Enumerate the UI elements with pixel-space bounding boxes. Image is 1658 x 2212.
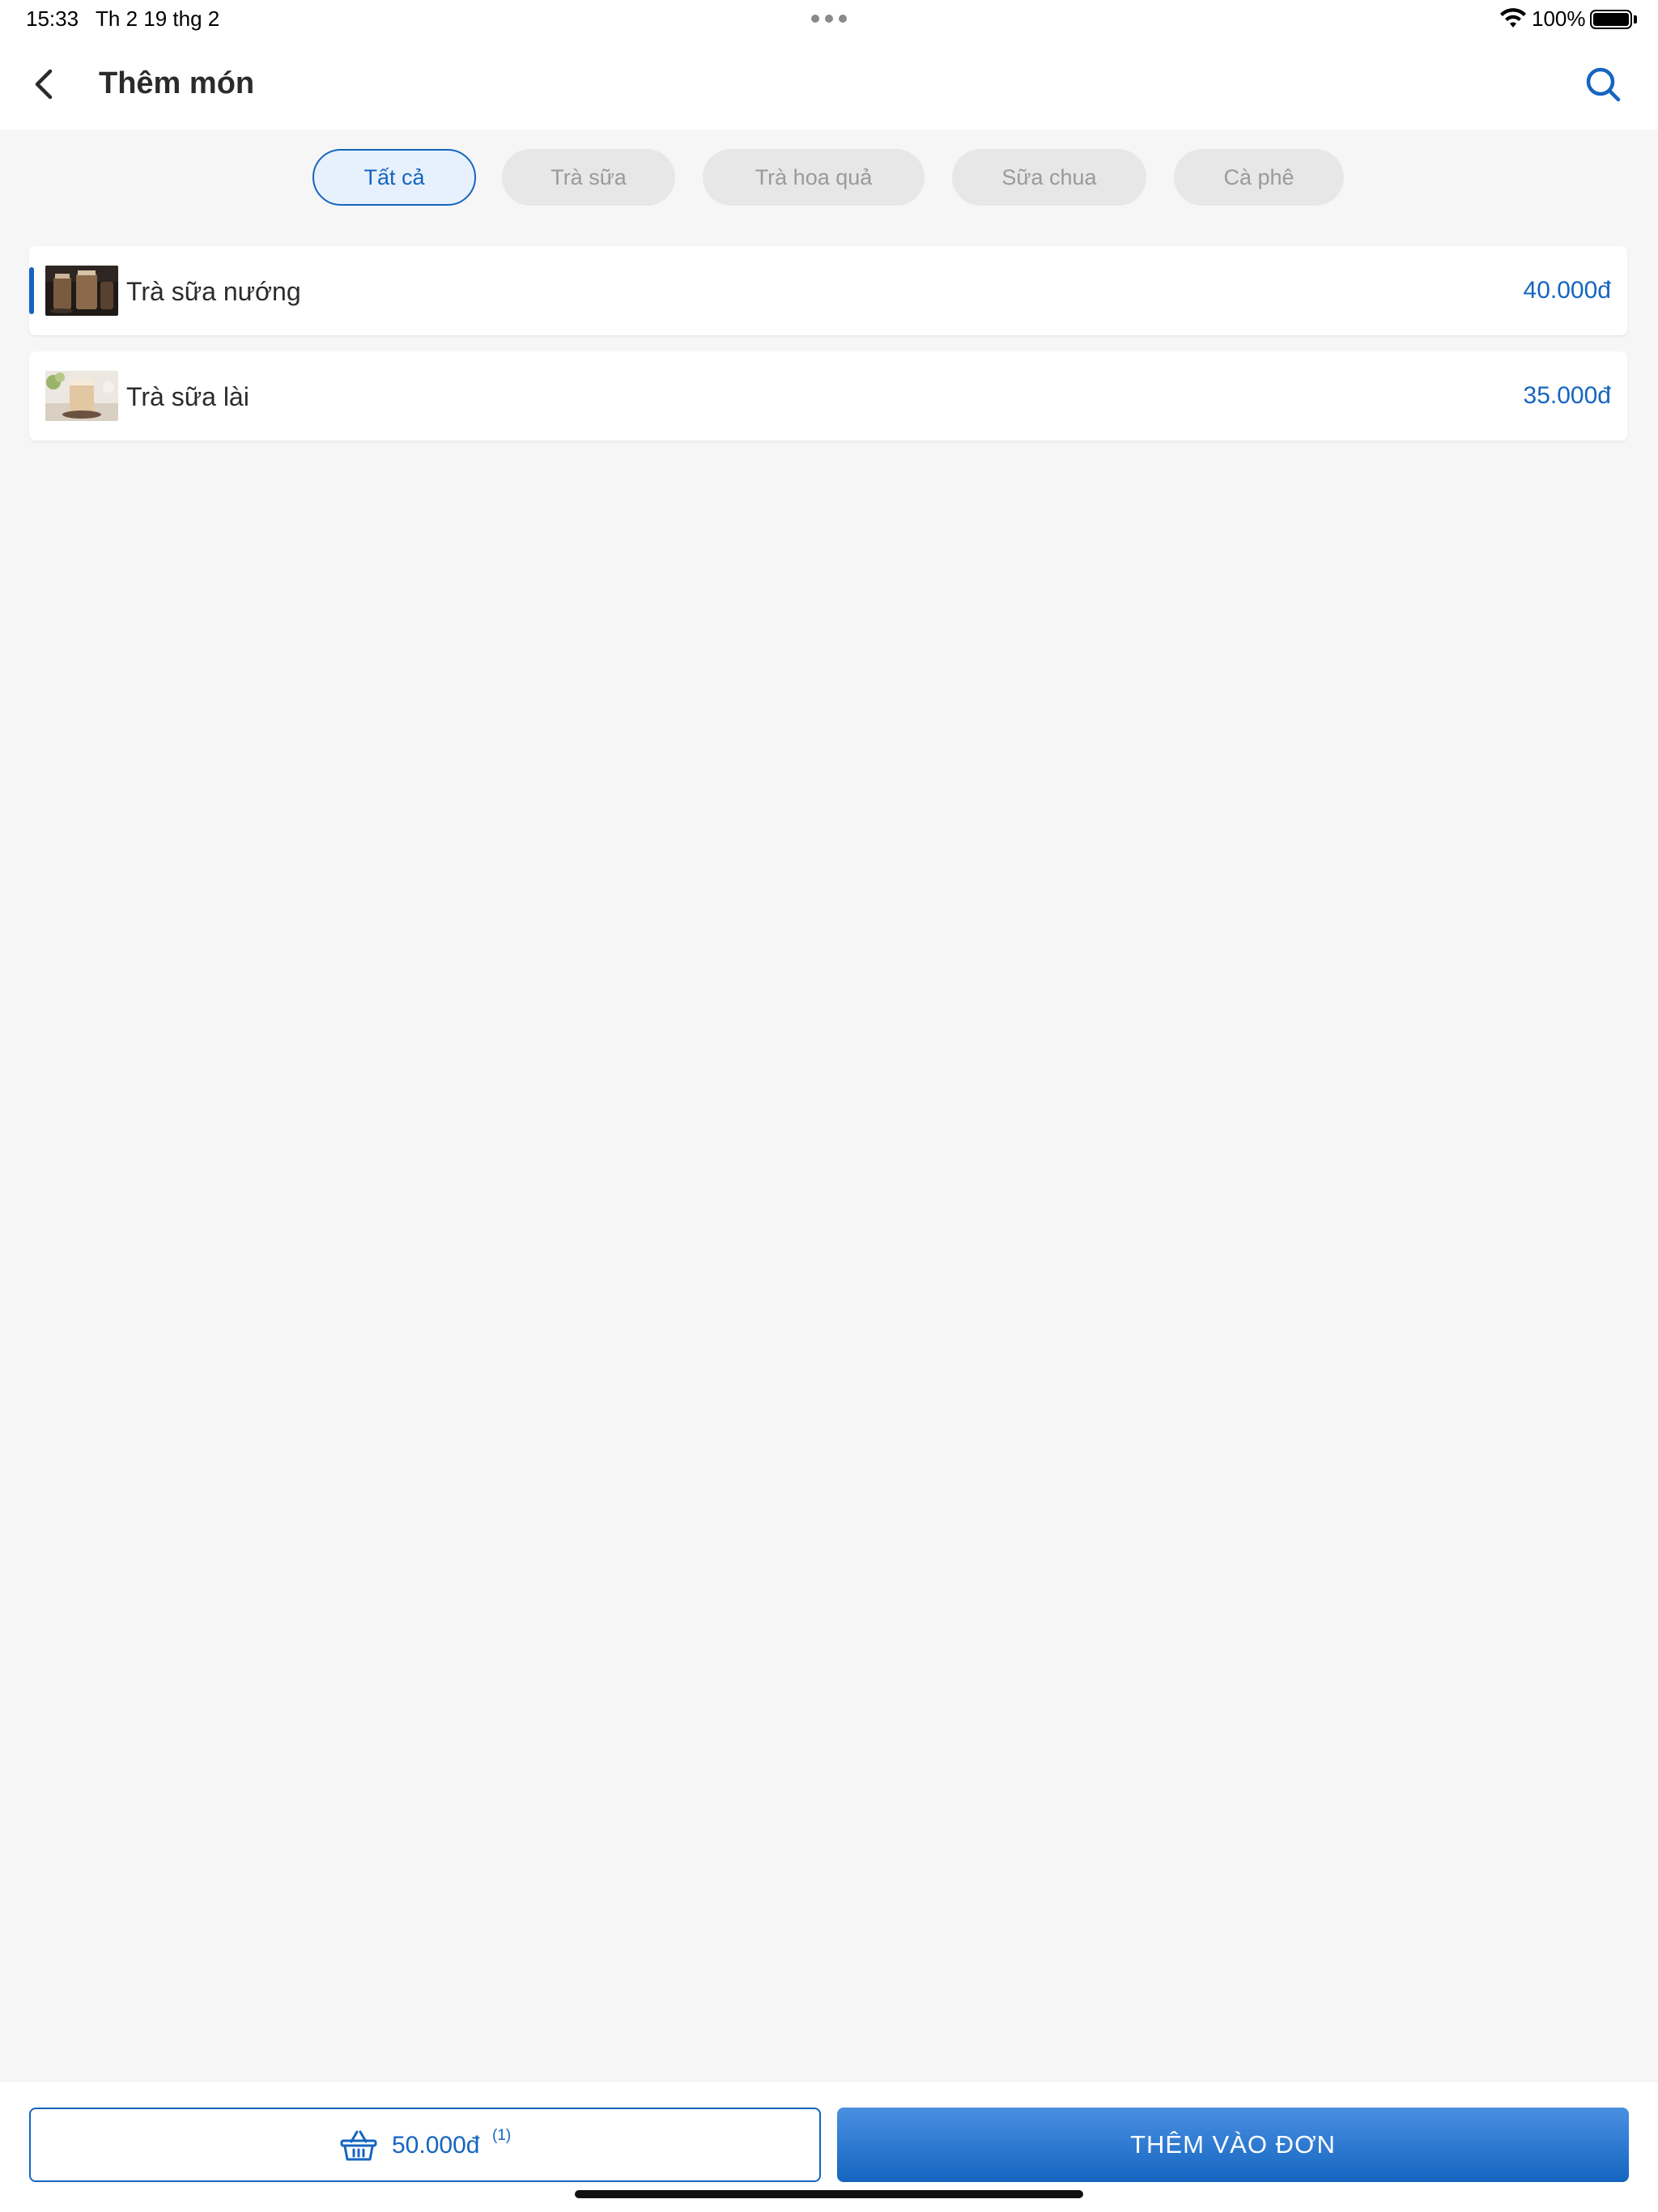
basket-icon bbox=[340, 2130, 377, 2161]
category-chip-coffee[interactable]: Cà phê bbox=[1174, 149, 1344, 206]
item-price: 35.000đ bbox=[1523, 382, 1611, 409]
item-thumbnail bbox=[45, 266, 118, 316]
category-filter: Tất cả Trà sữa Trà hoa quả Sữa chua Cà p… bbox=[0, 149, 1658, 206]
cart-button[interactable]: 50.000đ (1) bbox=[29, 2108, 821, 2182]
cart-count-badge: (1) bbox=[492, 2127, 512, 2144]
wifi-icon bbox=[1500, 8, 1526, 28]
bottom-action-bar: 50.000đ (1) THÊM VÀO ĐƠN bbox=[0, 2081, 1658, 2212]
item-price: 40.000đ bbox=[1523, 277, 1611, 304]
battery-tip bbox=[1634, 15, 1637, 23]
category-chip-yogurt[interactable]: Sữa chua bbox=[952, 149, 1146, 206]
status-time: 15:33 bbox=[26, 6, 79, 31]
multitasking-dots-icon[interactable] bbox=[811, 15, 847, 23]
home-indicator[interactable] bbox=[575, 2190, 1083, 2198]
add-to-order-button[interactable]: THÊM VÀO ĐƠN bbox=[837, 2108, 1629, 2182]
list-item[interactable]: Trà sữa lài 35.000đ bbox=[29, 351, 1627, 440]
battery-icon bbox=[1590, 10, 1632, 29]
page-title: Thêm món bbox=[99, 66, 255, 100]
category-chip-milk-tea[interactable]: Trà sữa bbox=[502, 149, 675, 206]
list-item[interactable]: Trà sữa nướng 40.000đ bbox=[29, 246, 1627, 335]
item-name: Trà sữa lài bbox=[126, 382, 249, 411]
item-name: Trà sữa nướng bbox=[126, 277, 301, 306]
status-date: Th 2 19 thg 2 bbox=[96, 6, 220, 31]
category-chip-all[interactable]: Tất cả bbox=[312, 149, 476, 206]
status-bar: 15:33 Th 2 19 thg 2 100% bbox=[0, 0, 1658, 39]
search-icon[interactable] bbox=[1580, 62, 1626, 107]
item-thumbnail bbox=[45, 371, 118, 421]
battery-percent: 100% bbox=[1532, 6, 1586, 31]
battery-fill bbox=[1593, 13, 1629, 26]
cart-total: 50.000đ bbox=[392, 2132, 480, 2159]
selected-indicator bbox=[29, 267, 34, 314]
category-chip-fruit-tea[interactable]: Trà hoa quả bbox=[703, 149, 925, 206]
chevron-left-icon[interactable] bbox=[23, 62, 68, 107]
app-header: Thêm món bbox=[0, 39, 1658, 130]
